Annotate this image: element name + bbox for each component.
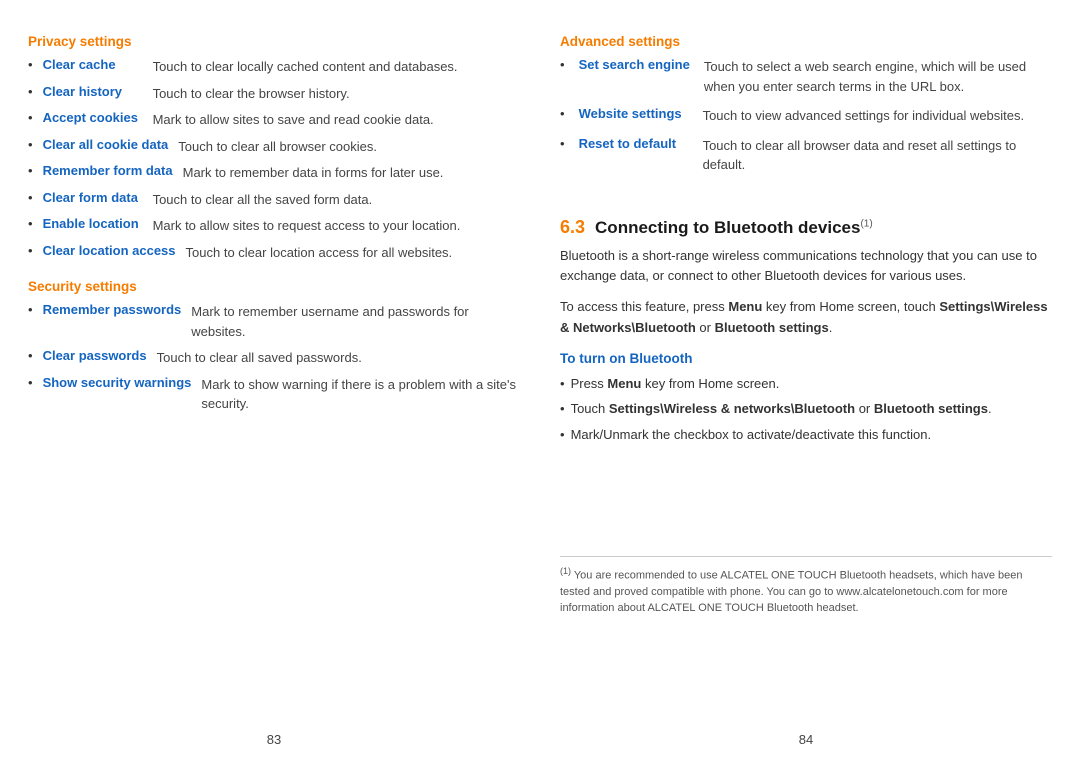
accept-cookies-label: Accept cookies xyxy=(43,110,143,125)
footnote-text: (1) You are recommended to use ALCATEL O… xyxy=(560,565,1052,617)
remember-passwords-label: Remember passwords xyxy=(43,302,182,317)
footnote-section: (1) You are recommended to use ALCATEL O… xyxy=(560,556,1052,617)
show-security-desc: Mark to show warning if there is a probl… xyxy=(201,375,520,414)
step1-text: Press Menu key from Home screen. xyxy=(571,374,780,394)
bluetooth-access-text: To access this feature, press Menu key f… xyxy=(560,297,1052,339)
clear-passwords-label: Clear passwords xyxy=(43,348,147,363)
clear-location-desc: Touch to clear location access for all w… xyxy=(186,243,520,263)
bluetooth-steps-list: Press Menu key from Home screen. Touch S… xyxy=(560,374,1052,445)
settings-wireless-bold-2: Settings\Wireless & networks\Bluetooth xyxy=(609,401,855,416)
turn-on-bluetooth-header: To turn on Bluetooth xyxy=(560,351,1052,366)
reset-to-default-label: Reset to default xyxy=(579,136,689,151)
set-search-engine-desc: Touch to select a web search engine, whi… xyxy=(704,57,1052,96)
bluetooth-intro-text: Bluetooth is a short-range wireless comm… xyxy=(560,246,1052,288)
privacy-settings-list: Clear cache Touch to clear locally cache… xyxy=(28,57,520,269)
list-item: Clear location access Touch to clear loc… xyxy=(28,243,520,263)
list-item: Clear passwords Touch to clear all saved… xyxy=(28,348,520,368)
advanced-settings-section: Advanced settings Set search engine Touc… xyxy=(560,30,1052,191)
clear-location-label: Clear location access xyxy=(43,243,176,258)
list-item: Clear all cookie data Touch to clear all… xyxy=(28,137,520,157)
reset-to-default-desc: Touch to clear all browser data and rese… xyxy=(703,136,1052,175)
list-item: Reset to default Touch to clear all brow… xyxy=(560,136,1052,175)
clear-all-cookie-desc: Touch to clear all browser cookies. xyxy=(178,137,520,157)
bluetooth-superscript: (1) xyxy=(860,218,872,229)
clear-passwords-desc: Touch to clear all saved passwords. xyxy=(157,348,520,368)
list-item: Clear form data Touch to clear all the s… xyxy=(28,190,520,210)
bluetooth-section-title: Connecting to Bluetooth devices(1) xyxy=(595,218,873,238)
remember-form-desc: Mark to remember data in forms for later… xyxy=(183,163,520,183)
footnote-number: (1) xyxy=(560,566,571,576)
footnote-content: You are recommended to use ALCATEL ONE T… xyxy=(560,569,1022,614)
clear-form-label: Clear form data xyxy=(43,190,143,205)
clear-cache-desc: Touch to clear locally cached content an… xyxy=(153,57,520,77)
bluetooth-settings-bold: Bluetooth settings xyxy=(715,320,829,335)
show-security-label: Show security warnings xyxy=(43,375,192,390)
set-search-engine-label: Set search engine xyxy=(579,57,690,72)
security-settings-list: Remember passwords Mark to remember user… xyxy=(28,302,520,421)
page-spread: Privacy settings Clear cache Touch to cl… xyxy=(0,0,1080,767)
clear-all-cookie-label: Clear all cookie data xyxy=(43,137,169,152)
clear-history-desc: Touch to clear the browser history. xyxy=(153,84,520,104)
right-page: Advanced settings Set search engine Touc… xyxy=(560,30,1052,747)
list-item: Enable location Mark to allow sites to r… xyxy=(28,216,520,236)
list-item: Remember passwords Mark to remember user… xyxy=(28,302,520,341)
menu-bold-1: Menu xyxy=(728,299,762,314)
list-item: Touch Settings\Wireless & networks\Bluet… xyxy=(560,399,1052,419)
bluetooth-title-row: 6.3 Connecting to Bluetooth devices(1) xyxy=(560,217,1052,238)
bluetooth-section: 6.3 Connecting to Bluetooth devices(1) B… xyxy=(560,217,1052,451)
advanced-settings-list: Set search engine Touch to select a web … xyxy=(560,57,1052,185)
bluetooth-settings-bold-2: Bluetooth settings xyxy=(874,401,988,416)
advanced-settings-header: Advanced settings xyxy=(560,34,1052,49)
clear-form-desc: Touch to clear all the saved form data. xyxy=(153,190,520,210)
list-item: Clear history Touch to clear the browser… xyxy=(28,84,520,104)
list-item: Mark/Unmark the checkbox to activate/dea… xyxy=(560,425,1052,445)
step3-text: Mark/Unmark the checkbox to activate/dea… xyxy=(571,425,932,445)
left-page: Privacy settings Clear cache Touch to cl… xyxy=(28,30,520,747)
security-settings-header: Security settings xyxy=(28,279,520,294)
list-item: Website settings Touch to view advanced … xyxy=(560,106,1052,126)
remember-form-label: Remember form data xyxy=(43,163,173,178)
clear-history-label: Clear history xyxy=(43,84,143,99)
privacy-settings-header: Privacy settings xyxy=(28,34,520,49)
step2-text: Touch Settings\Wireless & networks\Bluet… xyxy=(571,399,992,419)
list-item: Remember form data Mark to remember data… xyxy=(28,163,520,183)
list-item: Set search engine Touch to select a web … xyxy=(560,57,1052,96)
website-settings-desc: Touch to view advanced settings for indi… xyxy=(703,106,1052,126)
clear-cache-label: Clear cache xyxy=(43,57,143,72)
list-item: Accept cookies Mark to allow sites to sa… xyxy=(28,110,520,130)
menu-bold-2: Menu xyxy=(607,376,641,391)
left-page-number: 83 xyxy=(28,722,520,747)
enable-location-desc: Mark to allow sites to request access to… xyxy=(153,216,520,236)
list-item: Clear cache Touch to clear locally cache… xyxy=(28,57,520,77)
accept-cookies-desc: Mark to allow sites to save and read coo… xyxy=(153,110,520,130)
list-item: Press Menu key from Home screen. xyxy=(560,374,1052,394)
bluetooth-section-number: 6.3 xyxy=(560,217,585,238)
remember-passwords-desc: Mark to remember username and passwords … xyxy=(191,302,520,341)
right-page-number: 84 xyxy=(560,722,1052,747)
enable-location-label: Enable location xyxy=(43,216,143,231)
list-item: Show security warnings Mark to show warn… xyxy=(28,375,520,414)
website-settings-label: Website settings xyxy=(579,106,689,121)
